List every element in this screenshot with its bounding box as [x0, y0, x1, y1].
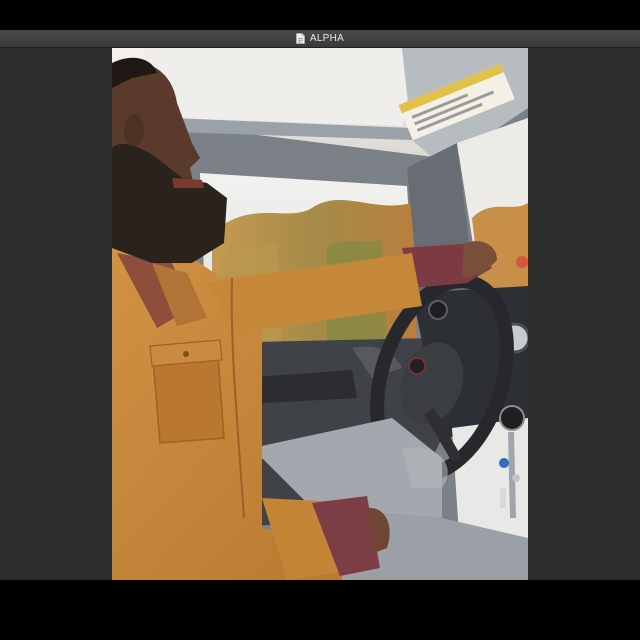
- top-letterbox: [0, 0, 640, 30]
- window-title: ALPHA: [309, 33, 345, 44]
- document-icon: [296, 33, 305, 44]
- image-viewer-canvas[interactable]: [0, 48, 640, 580]
- bottom-letterbox: [0, 580, 640, 640]
- photo-illustration: [112, 48, 528, 580]
- window-titlebar[interactable]: ALPHA: [0, 30, 640, 48]
- title-group: ALPHA: [296, 33, 344, 44]
- man-driving-jeep-photo: [112, 48, 528, 580]
